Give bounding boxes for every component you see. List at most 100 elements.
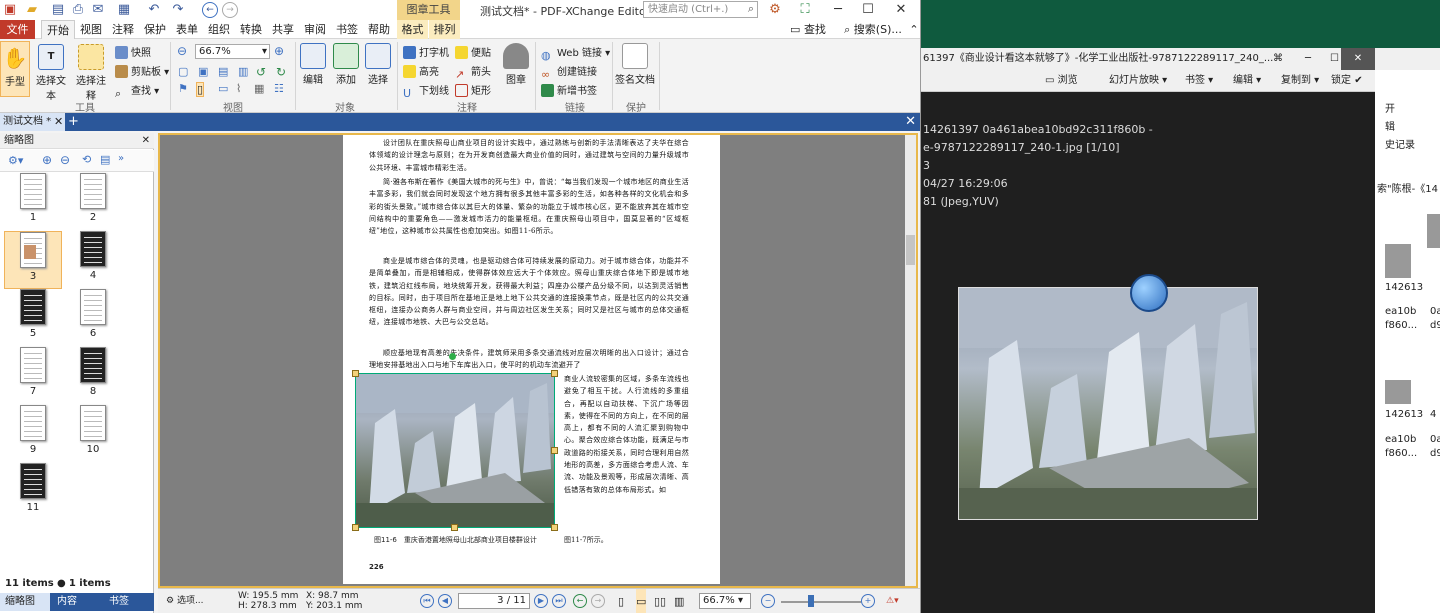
browse-button[interactable]: ▭ 浏览 xyxy=(1045,70,1078,92)
zoom-out-icon[interactable]: ⊖ xyxy=(177,44,187,58)
page-thumbnail[interactable]: 3 xyxy=(4,231,62,289)
find-button[interactable]: ▭ 查找(F)... xyxy=(778,20,838,55)
viewer-maximize-icon[interactable]: ☐ xyxy=(1330,48,1339,70)
actual-size-icon[interactable]: ▢ xyxy=(178,65,188,78)
close-tab-icon[interactable]: ✕ xyxy=(54,113,63,131)
snapshot-button[interactable]: 快照 xyxy=(115,44,151,59)
viewer-minimize-icon[interactable]: ─ xyxy=(1305,48,1311,70)
more-icon[interactable]: » xyxy=(118,153,124,164)
create-link-button[interactable]: ∞ 创建链接 xyxy=(541,63,597,81)
facing-view-icon[interactable]: ▯▯ xyxy=(654,589,666,613)
resize-handle[interactable] xyxy=(352,370,359,377)
ribbon-collapse-icon[interactable]: ⌃ xyxy=(908,20,920,39)
settings-icon[interactable]: ⚙ xyxy=(767,2,783,18)
rectangle-button[interactable]: 矩形 xyxy=(455,82,491,97)
zoom-in-icon[interactable]: ⊕ xyxy=(274,44,284,58)
print-icon[interactable]: ⎙ xyxy=(70,2,86,18)
displayed-photo[interactable] xyxy=(958,287,1258,520)
page-thumbnail[interactable]: 8 xyxy=(64,347,122,405)
tab-protect[interactable]: 保护 xyxy=(142,20,168,39)
single-page-view-icon[interactable]: ▯ xyxy=(618,589,624,613)
next-page-icon[interactable]: ▶ xyxy=(534,594,548,608)
tab-comment[interactable]: 注释 xyxy=(110,20,136,39)
hand-tool-button[interactable]: ✋ 手型 xyxy=(0,41,30,97)
tab-review[interactable]: 审阅 xyxy=(302,20,328,39)
options-icon[interactable]: ⚙▾ xyxy=(8,154,23,167)
fit-width-icon[interactable]: ▤ xyxy=(218,65,228,78)
bookmark-button[interactable]: 书签 ▾ xyxy=(1185,70,1213,92)
facing-continuous-icon[interactable]: ▥ xyxy=(674,589,684,613)
tab-thumbnails[interactable]: 缩略图 xyxy=(0,593,50,611)
pin-icon[interactable]: ⌘ xyxy=(1273,48,1283,70)
tab-file[interactable]: 文件 xyxy=(0,20,35,39)
maximize-button[interactable]: ☐ xyxy=(853,0,883,20)
tab-arrange[interactable]: 排列 xyxy=(429,20,460,39)
highlight-button[interactable]: 高亮 xyxy=(403,63,439,78)
viewer-close-icon[interactable]: ✕ xyxy=(1341,48,1375,70)
add-button[interactable]: 添加 xyxy=(331,43,361,86)
new-bookmark-button[interactable]: 新增书签 xyxy=(541,82,597,97)
resize-handle[interactable] xyxy=(551,447,558,454)
typewriter-button[interactable]: 打字机 xyxy=(403,44,449,59)
tab-help[interactable]: 帮助 xyxy=(366,20,392,39)
attach-icon[interactable]: ⌇ xyxy=(236,82,241,95)
resize-handle[interactable] xyxy=(352,524,359,531)
tab-bookmarks-panel[interactable]: 书签 xyxy=(104,593,152,611)
scrollbar-thumb[interactable] xyxy=(906,235,915,265)
back-icon[interactable]: ← xyxy=(202,2,218,18)
first-page-icon[interactable]: ⏮ xyxy=(420,594,434,608)
status-zoom-combo[interactable]: 66.7% ▾ xyxy=(699,593,751,609)
page-thumbnail[interactable]: 9 xyxy=(4,405,62,463)
zoom-combo[interactable]: 66.7% ▾ xyxy=(195,44,270,59)
zoom-slider-knob[interactable] xyxy=(808,595,814,607)
quick-launch-input[interactable]: 快速启动 (Ctrl+.) ⌕ xyxy=(643,1,758,18)
email-icon[interactable]: ✉ xyxy=(90,2,106,18)
vertical-scrollbar[interactable] xyxy=(905,135,916,586)
slideshow-button[interactable]: 幻灯片放映 ▾ xyxy=(1109,70,1167,92)
tab-convert[interactable]: 转换 xyxy=(238,20,264,39)
rotate-left-icon[interactable]: ↺ xyxy=(256,65,266,79)
properties-icon[interactable]: ☷ xyxy=(274,82,284,95)
tab-bookmarks[interactable]: 书签 xyxy=(334,20,360,39)
resize-handle[interactable] xyxy=(551,524,558,531)
continuous-view-icon[interactable]: ▭ xyxy=(636,589,647,613)
lock-button[interactable]: 锁定 ✔ xyxy=(1331,70,1363,92)
viewer-edit-button[interactable]: 编辑 ▾ xyxy=(1233,70,1261,92)
forward-icon[interactable]: → xyxy=(222,2,238,18)
page-thumbnail[interactable]: 6 xyxy=(64,289,122,347)
rotate-handle[interactable] xyxy=(449,353,456,360)
page-thumbnail[interactable]: 2 xyxy=(64,173,122,231)
page-thumbnail[interactable]: 1 xyxy=(4,173,62,231)
options-button[interactable]: ⚙ 选项... xyxy=(166,589,204,613)
redo-icon[interactable]: ↷ xyxy=(170,2,186,18)
scan-icon[interactable]: ▦ xyxy=(116,2,132,18)
arrow-button[interactable]: ↗ 箭头 xyxy=(455,63,491,81)
tools-dropdown-icon[interactable]: ⚠▾ xyxy=(886,589,899,613)
bookmark-view-icon[interactable]: ⚑ xyxy=(178,82,188,95)
save-icon[interactable]: ▤ xyxy=(50,2,66,18)
insert-page-icon[interactable]: ▤ xyxy=(100,153,110,166)
underline-button[interactable]: U 下划线 xyxy=(403,82,449,100)
resize-handle[interactable] xyxy=(451,524,458,531)
resize-handle[interactable] xyxy=(551,370,558,377)
clipboard-button[interactable]: 剪贴板 ▾ xyxy=(115,63,169,78)
page-thumbnail[interactable]: 4 xyxy=(64,231,122,289)
tab-organize[interactable]: 组织 xyxy=(206,20,232,39)
prev-page-icon[interactable]: ◀ xyxy=(438,594,452,608)
close-document-icon[interactable]: ✕ xyxy=(905,113,916,131)
page-thumbnail[interactable]: 5 xyxy=(4,289,62,347)
web-link-button[interactable]: ◍ Web 链接 ▾ xyxy=(541,44,610,62)
fullscreen-icon[interactable]: ⛶ xyxy=(797,2,813,18)
find-tool-button[interactable]: ⌕ 查找 ▾ xyxy=(115,82,159,100)
sign-document-button[interactable]: 签名文档 xyxy=(615,43,655,86)
status-zoom-out-icon[interactable]: − xyxy=(761,594,775,608)
tab-contents[interactable]: 内容 xyxy=(52,593,102,611)
tab-home[interactable]: 开始 xyxy=(41,20,75,40)
single-page-icon[interactable]: ▯ xyxy=(196,82,205,97)
document-view[interactable]: 设计团队在重庆照母山商业项目的设计实践中，通过熟练与创新的手法清晰表达了夫华在综… xyxy=(158,133,918,588)
page-thumbnail[interactable]: 10 xyxy=(64,405,122,463)
select-annotation-button[interactable]: 选择注释 xyxy=(72,44,110,102)
minimize-button[interactable]: ─ xyxy=(823,0,853,20)
document-tab[interactable]: 测试文档 * ✕ xyxy=(0,113,65,131)
stamp-button[interactable]: 图章 xyxy=(500,43,532,86)
